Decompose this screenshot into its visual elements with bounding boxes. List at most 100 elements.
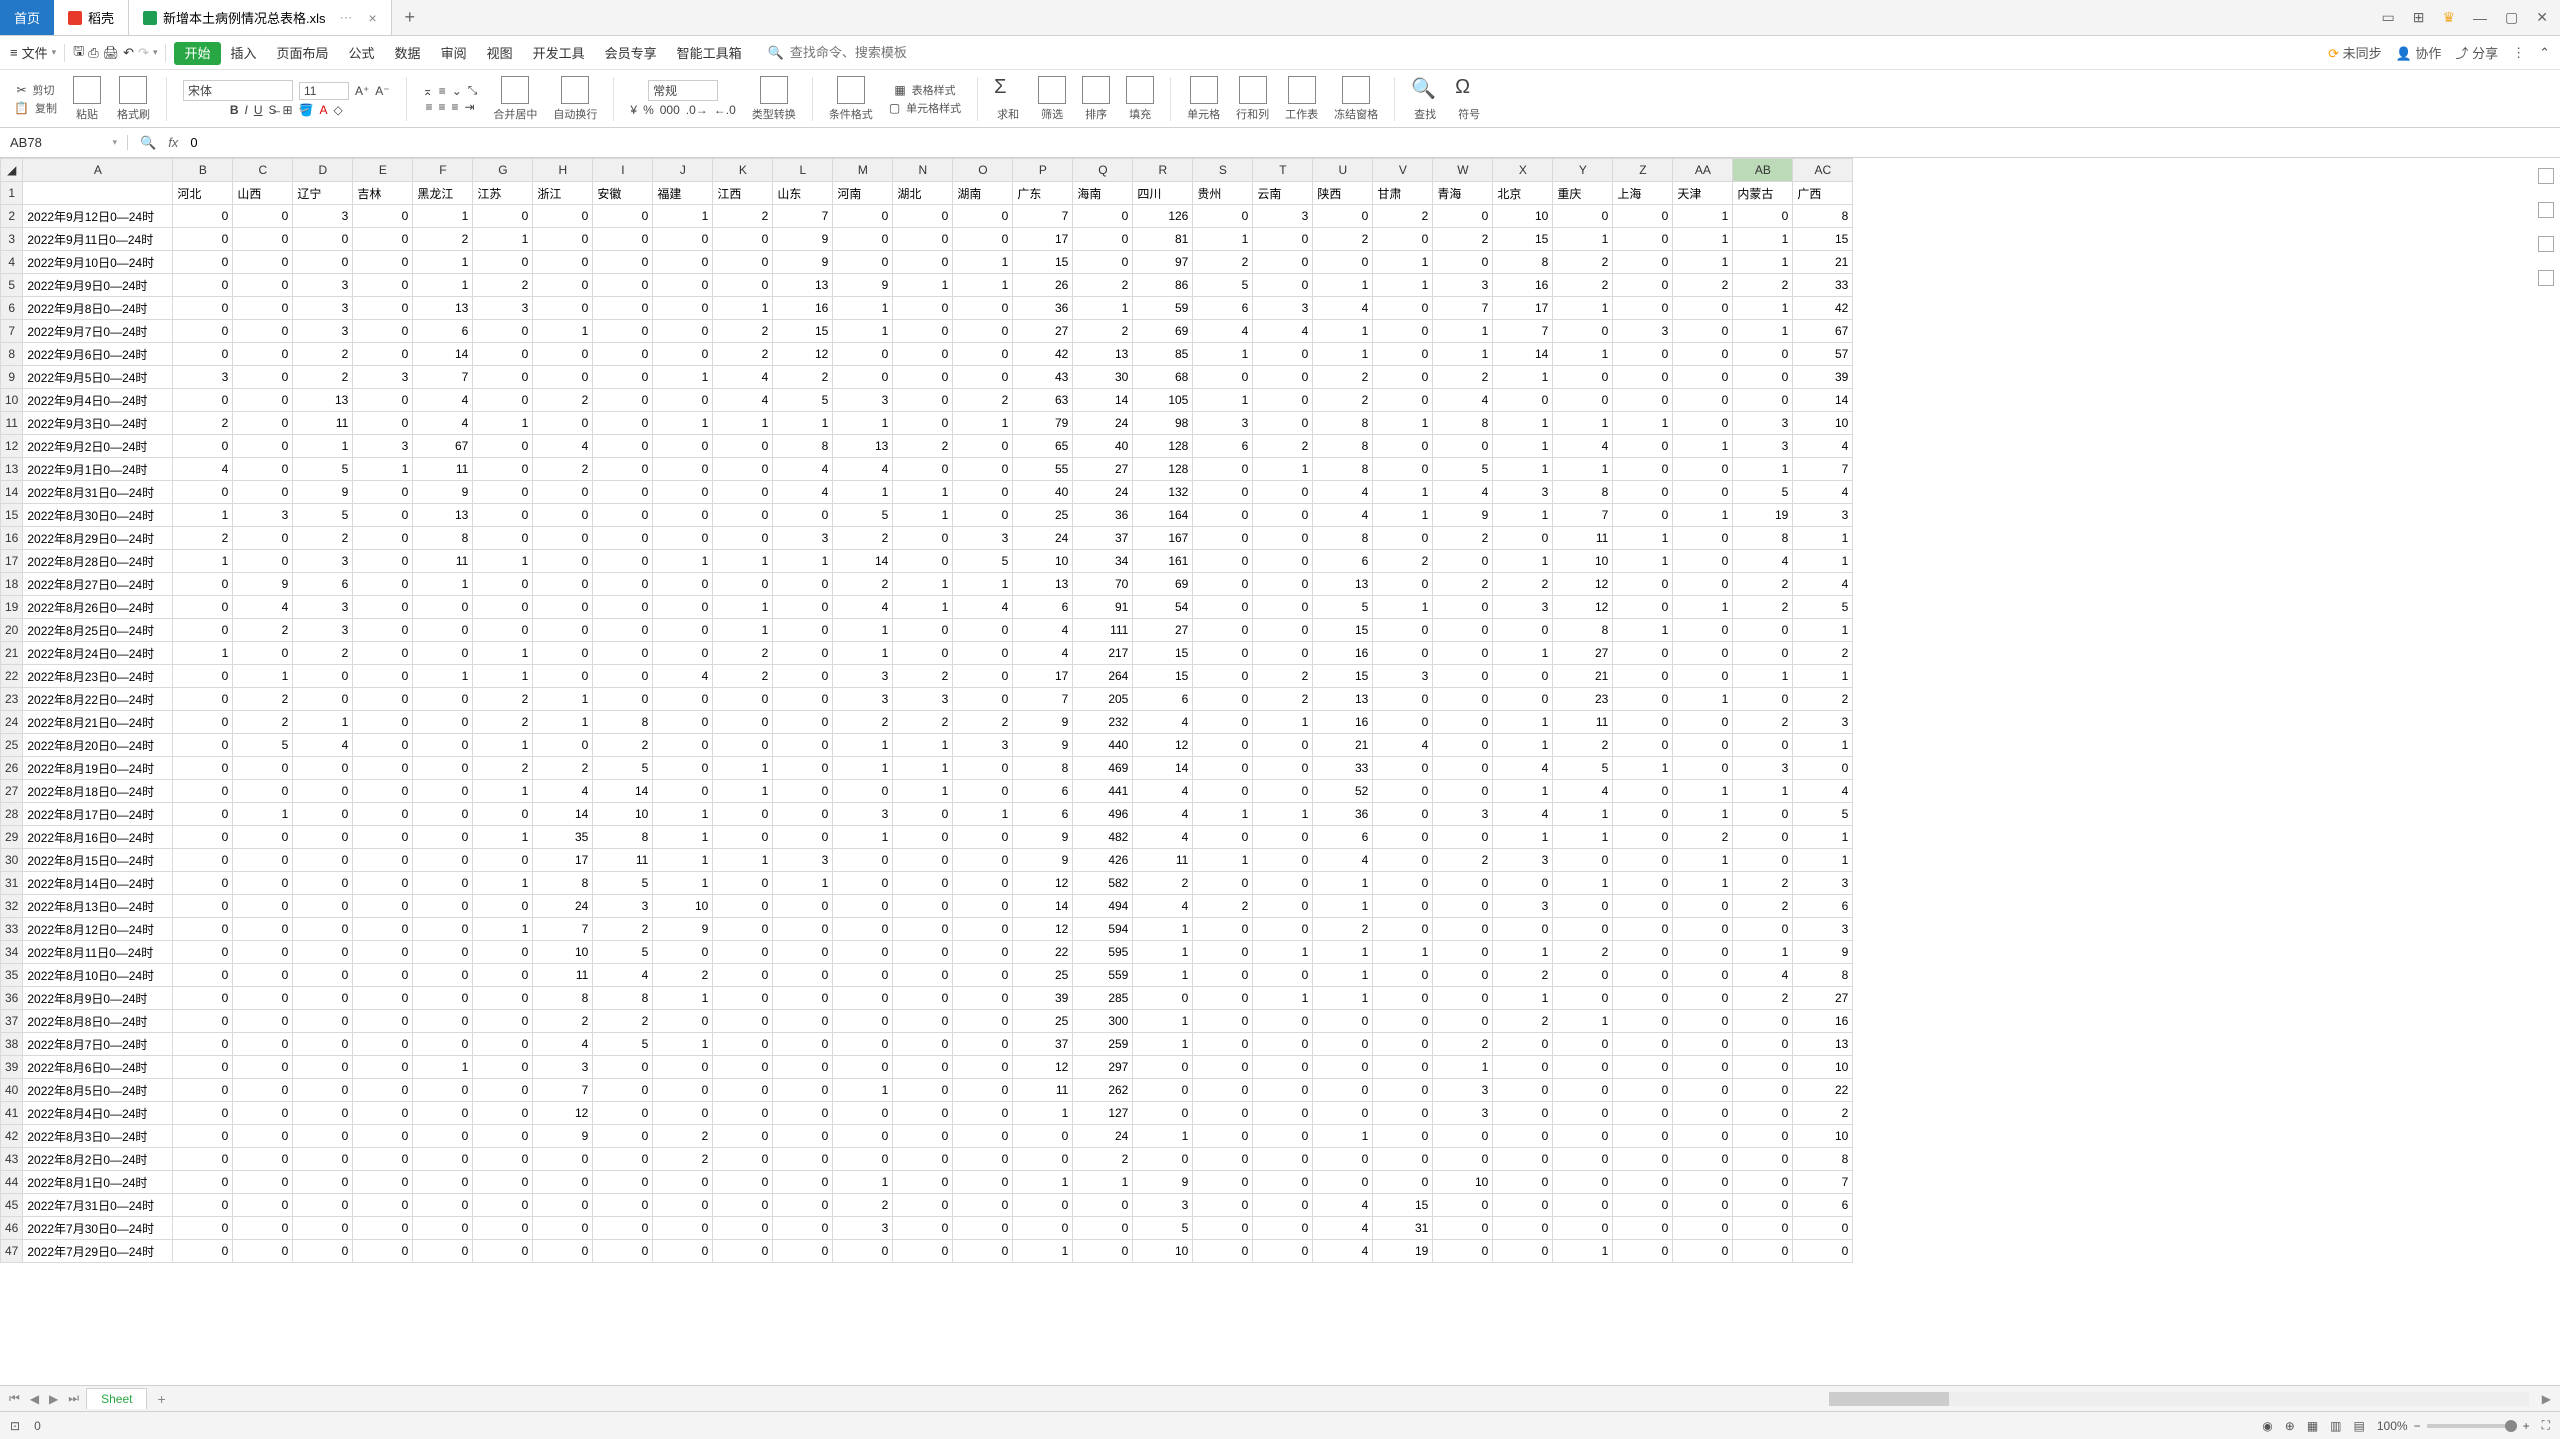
cell[interactable]: 1 <box>653 826 713 849</box>
cell[interactable]: 0 <box>1433 964 1493 987</box>
cell[interactable]: 2 <box>1793 1102 1853 1125</box>
cell[interactable]: 2 <box>1733 274 1793 297</box>
cell[interactable]: 85 <box>1133 343 1193 366</box>
cell[interactable]: 0 <box>953 1194 1013 1217</box>
cell[interactable]: 0 <box>1433 688 1493 711</box>
cell[interactable]: 0 <box>1193 481 1253 504</box>
cell[interactable]: 7 <box>1553 504 1613 527</box>
cell[interactable]: 0 <box>1373 849 1433 872</box>
cell[interactable]: 2 <box>653 1125 713 1148</box>
cell[interactable]: 0 <box>653 527 713 550</box>
cell[interactable]: 0 <box>473 1125 533 1148</box>
cell[interactable]: 2 <box>233 711 293 734</box>
cell[interactable]: 0 <box>1733 1102 1793 1125</box>
cell[interactable]: 13 <box>773 274 833 297</box>
cell[interactable]: 1 <box>1553 872 1613 895</box>
cell[interactable]: 2 <box>533 458 593 481</box>
cell[interactable]: 1 <box>1313 1125 1373 1148</box>
cell[interactable]: 2022年9月6日0—24时 <box>23 343 173 366</box>
cell[interactable]: 1 <box>1493 642 1553 665</box>
cell[interactable]: 128 <box>1133 458 1193 481</box>
cell[interactable]: 7 <box>413 366 473 389</box>
cell[interactable]: 0 <box>1013 1125 1073 1148</box>
cell[interactable]: 0 <box>1253 1171 1313 1194</box>
cell[interactable]: 0 <box>1253 228 1313 251</box>
col-header-P[interactable]: P <box>1013 159 1073 182</box>
cell[interactable]: 1 <box>833 1079 893 1102</box>
cell[interactable]: 0 <box>1553 964 1613 987</box>
cell[interactable]: 0 <box>293 1056 353 1079</box>
cell[interactable]: 0 <box>713 1125 773 1148</box>
cell[interactable]: 7 <box>533 1079 593 1102</box>
cell[interactable]: 3 <box>1253 297 1313 320</box>
cell[interactable]: 0 <box>1613 849 1673 872</box>
cell[interactable]: 1 <box>713 780 773 803</box>
menu-item-8[interactable]: 会员专享 <box>595 42 667 65</box>
cell[interactable]: 0 <box>1673 1125 1733 1148</box>
cell[interactable]: 11 <box>413 550 473 573</box>
cell[interactable]: 2022年8月25日0—24时 <box>23 619 173 642</box>
cell[interactable]: 11 <box>593 849 653 872</box>
cell[interactable]: 2022年9月4日0—24时 <box>23 389 173 412</box>
cell[interactable]: 2 <box>233 688 293 711</box>
command-search[interactable]: 🔍 <box>768 45 950 61</box>
cell[interactable]: 6 <box>293 573 353 596</box>
cell[interactable]: 8 <box>1493 251 1553 274</box>
cell[interactable]: 0 <box>353 849 413 872</box>
cell[interactable]: 0 <box>653 596 713 619</box>
find-button[interactable]: 🔍查找 <box>1407 76 1443 122</box>
row-header-46[interactable]: 46 <box>1 1217 23 1240</box>
cell[interactable]: 0 <box>1613 1148 1673 1171</box>
cell[interactable]: 0 <box>1613 826 1673 849</box>
cell[interactable]: 161 <box>1133 550 1193 573</box>
cell[interactable]: 13 <box>1793 1033 1853 1056</box>
cell[interactable]: 0 <box>1733 734 1793 757</box>
cell[interactable]: 4 <box>1253 320 1313 343</box>
cell[interactable]: 0 <box>713 435 773 458</box>
cell[interactable]: 27 <box>1793 987 1853 1010</box>
cell[interactable]: 0 <box>1373 780 1433 803</box>
cell[interactable]: 3 <box>1133 1194 1193 1217</box>
cell[interactable]: 1 <box>1673 228 1733 251</box>
cell[interactable]: 0 <box>593 596 653 619</box>
cell[interactable]: 14 <box>593 780 653 803</box>
freeze-button[interactable]: 冻结窗格 <box>1330 76 1382 122</box>
cell[interactable]: 1 <box>473 734 533 757</box>
cell[interactable]: 1 <box>1493 987 1553 1010</box>
cell[interactable]: 0 <box>1133 1148 1193 1171</box>
cell[interactable]: 0 <box>353 596 413 619</box>
cell[interactable]: 2022年8月1日0—24时 <box>23 1171 173 1194</box>
cell[interactable]: 0 <box>653 481 713 504</box>
cell[interactable]: 2022年9月10日0—24时 <box>23 251 173 274</box>
cell[interactable]: 1 <box>653 987 713 1010</box>
cell[interactable]: 0 <box>473 573 533 596</box>
row-header-24[interactable]: 24 <box>1 711 23 734</box>
cell[interactable]: 1 <box>1493 826 1553 849</box>
cell[interactable]: 0 <box>1613 228 1673 251</box>
cell[interactable]: 0 <box>1253 1056 1313 1079</box>
sidepanel-icon-3[interactable] <box>2538 236 2554 252</box>
cell[interactable]: 0 <box>1613 1056 1673 1079</box>
cell[interactable]: 1 <box>353 458 413 481</box>
cell[interactable]: 1 <box>413 274 473 297</box>
increase-font-icon[interactable]: A⁺ <box>355 84 369 98</box>
cell[interactable]: 3 <box>353 435 413 458</box>
cell[interactable]: 1 <box>1313 964 1373 987</box>
row-header-25[interactable]: 25 <box>1 734 23 757</box>
cell[interactable]: 10 <box>1433 1171 1493 1194</box>
cut-icon[interactable]: ✂ <box>16 83 26 97</box>
cell[interactable]: 594 <box>1073 918 1133 941</box>
cell[interactable]: 57 <box>1793 343 1853 366</box>
cell[interactable]: 0 <box>1193 1125 1253 1148</box>
cell[interactable]: 4 <box>1133 803 1193 826</box>
cell[interactable]: 2022年8月22日0—24时 <box>23 688 173 711</box>
cell[interactable]: 36 <box>1313 803 1373 826</box>
cell[interactable]: 广东 <box>1013 182 1073 205</box>
cell[interactable]: 0 <box>233 1171 293 1194</box>
cell[interactable]: 22 <box>1793 1079 1853 1102</box>
cell[interactable]: 0 <box>1433 596 1493 619</box>
cell[interactable]: 0 <box>713 1240 773 1263</box>
cell[interactable]: 2022年8月21日0—24时 <box>23 711 173 734</box>
cell[interactable]: 232 <box>1073 711 1133 734</box>
cell[interactable]: 4 <box>653 665 713 688</box>
